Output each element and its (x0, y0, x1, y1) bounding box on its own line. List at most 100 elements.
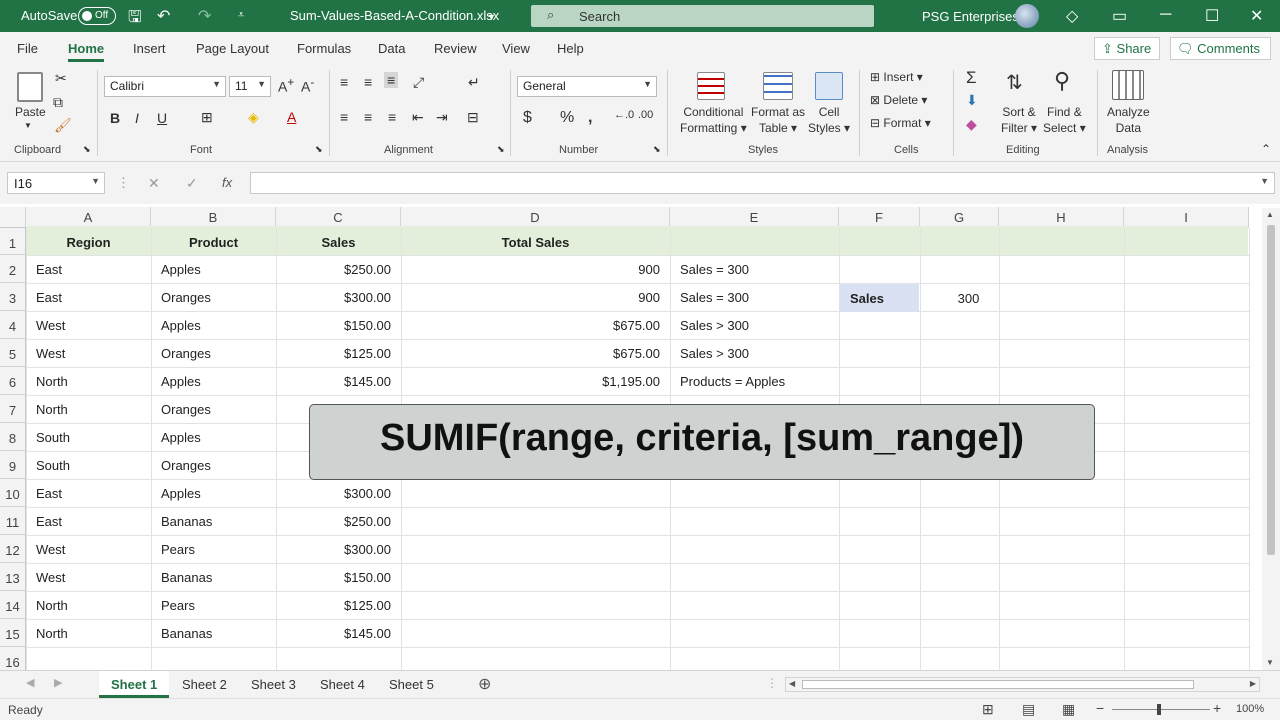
total-sales-cell[interactable] (401, 479, 670, 507)
condition-note-cell[interactable]: Sales = 300 (670, 255, 839, 283)
total-sales-cell[interactable]: $1,195.00 (401, 367, 670, 395)
sheet-tab-4[interactable]: Sheet 4 (320, 677, 365, 692)
italic-icon[interactable]: I (135, 110, 139, 126)
header-region[interactable]: Region (26, 228, 151, 256)
sheet-tab-1[interactable]: Sheet 1 (99, 671, 170, 698)
dialog-launcher-icon[interactable]: ⬊ (315, 144, 323, 155)
col-header-d[interactable]: D (401, 207, 670, 228)
increase-decimal-icon[interactable]: ←.0 (614, 109, 634, 121)
header-sales[interactable]: Sales (276, 228, 401, 256)
tab-file[interactable]: File (17, 41, 38, 56)
zoom-out-icon[interactable]: − (1096, 700, 1104, 716)
col-header-f[interactable]: F (839, 207, 920, 228)
maximize-icon[interactable]: ☐ (1205, 6, 1219, 26)
currency-icon[interactable]: $ (523, 109, 532, 127)
total-sales-cell[interactable]: 900 (401, 255, 670, 283)
underline-icon[interactable]: U (157, 110, 167, 126)
horizontal-scroll-thumb[interactable] (802, 680, 1194, 689)
region-cell[interactable]: North (26, 619, 151, 647)
next-sheet-icon[interactable]: ▶ (54, 676, 62, 689)
dialog-launcher-icon[interactable]: ⬊ (497, 144, 505, 155)
fill-color-icon[interactable]: ◈ (248, 109, 259, 126)
product-cell[interactable]: Oranges (151, 451, 276, 479)
product-cell[interactable]: Oranges (151, 395, 276, 423)
region-cell[interactable]: South (26, 451, 151, 479)
row-header[interactable]: 2 (0, 255, 26, 283)
vertical-scrollbar[interactable]: ▲ ▼ (1262, 208, 1280, 670)
autosave-toggle[interactable]: Off (78, 7, 116, 25)
insert-function-icon[interactable]: fx (222, 175, 232, 190)
align-top-icon[interactable]: ≡ (340, 74, 348, 90)
region-cell[interactable]: North (26, 367, 151, 395)
page-layout-icon[interactable]: ▤ (1022, 701, 1035, 718)
tab-formulas[interactable]: Formulas (297, 41, 351, 56)
condition-note-cell[interactable] (670, 563, 839, 591)
normal-view-icon[interactable]: ⊞ (982, 701, 994, 718)
zoom-slider-handle[interactable] (1157, 704, 1161, 715)
sales-cell[interactable]: $145.00 (276, 619, 401, 647)
total-sales-cell[interactable] (401, 563, 670, 591)
product-cell[interactable]: Apples (151, 311, 276, 339)
formula-input[interactable]: ▼ (250, 172, 1275, 194)
criteria-label-cell[interactable]: Sales (840, 284, 919, 312)
prev-sheet-icon[interactable]: ◀ (26, 676, 34, 689)
scroll-down-icon[interactable]: ▼ (1266, 658, 1274, 667)
undo-icon[interactable]: ↶ (157, 6, 170, 26)
save-icon[interactable]: 🖫 (128, 6, 142, 33)
borders-icon[interactable]: ⊞ (201, 109, 213, 126)
increase-font-icon[interactable]: A+ (278, 76, 294, 95)
font-size-dropdown[interactable]: 11 ▼ (229, 76, 271, 97)
vertical-scroll-thumb[interactable] (1267, 225, 1275, 555)
row-header[interactable]: 14 (0, 591, 26, 619)
row-header[interactable]: 3 (0, 283, 26, 311)
sales-cell[interactable]: $125.00 (276, 339, 401, 367)
criteria-value-cell[interactable]: 300 (920, 284, 999, 312)
minimize-icon[interactable]: ─ (1160, 6, 1171, 24)
number-format-dropdown[interactable]: General ▼ (517, 76, 657, 97)
user-name[interactable]: PSG Enterprises (922, 9, 1019, 24)
format-as-table-icon[interactable] (763, 72, 793, 100)
sort-filter-icon[interactable]: ⇅ (1006, 70, 1023, 95)
condition-note-cell[interactable] (670, 591, 839, 619)
sales-cell[interactable]: $300.00 (276, 535, 401, 563)
condition-note-cell[interactable] (670, 619, 839, 647)
region-cell[interactable]: East (26, 283, 151, 311)
total-sales-cell[interactable]: $675.00 (401, 311, 670, 339)
row-header[interactable]: 10 (0, 479, 26, 507)
autosum-icon[interactable]: Σ (966, 68, 977, 88)
zoom-in-icon[interactable]: + (1213, 700, 1221, 716)
font-color-icon[interactable]: A (287, 109, 296, 125)
product-cell[interactable]: Apples (151, 423, 276, 451)
find-select-button[interactable]: Find & Select ▾ (1043, 104, 1086, 136)
tab-data[interactable]: Data (378, 41, 405, 56)
row-header[interactable]: 7 (0, 395, 26, 423)
total-sales-cell[interactable] (401, 507, 670, 535)
percent-icon[interactable]: % (560, 109, 574, 127)
total-sales-cell[interactable] (401, 535, 670, 563)
enter-icon[interactable]: ✓ (186, 175, 198, 192)
sales-cell[interactable]: $300.00 (276, 479, 401, 507)
tab-insert[interactable]: Insert (133, 41, 166, 56)
row-header[interactable]: 6 (0, 367, 26, 395)
customize-qat-icon[interactable]: ⩡ (238, 9, 244, 22)
decrease-font-icon[interactable]: A- (301, 76, 314, 95)
tab-home[interactable]: Home (68, 41, 105, 62)
select-all-corner[interactable] (0, 207, 26, 228)
chevron-down-icon[interactable]: ▼ (24, 118, 32, 134)
file-name[interactable]: Sum-Values-Based-A-Condition.xlsx (290, 8, 499, 23)
avatar[interactable] (1015, 4, 1039, 28)
align-right-icon[interactable]: ≡ (388, 109, 396, 125)
row-header[interactable]: 4 (0, 311, 26, 339)
col-header-e[interactable]: E (670, 207, 839, 228)
tab-view[interactable]: View (502, 41, 530, 56)
product-cell[interactable]: Apples (151, 255, 276, 283)
condition-note-cell[interactable] (670, 479, 839, 507)
condition-note-cell[interactable]: Products = Apples (670, 367, 839, 395)
name-box[interactable]: I16 ▼ (7, 172, 105, 194)
sheet-tab-5[interactable]: Sheet 5 (389, 677, 434, 692)
dialog-launcher-icon[interactable]: ⬊ (653, 144, 661, 155)
col-header-c[interactable]: C (276, 207, 401, 228)
analyze-data-button[interactable]: Analyze Data (1107, 104, 1150, 136)
ribbon-display-icon[interactable]: ▭ (1112, 6, 1127, 26)
orientation-icon[interactable]: ⤢ (413, 74, 424, 91)
